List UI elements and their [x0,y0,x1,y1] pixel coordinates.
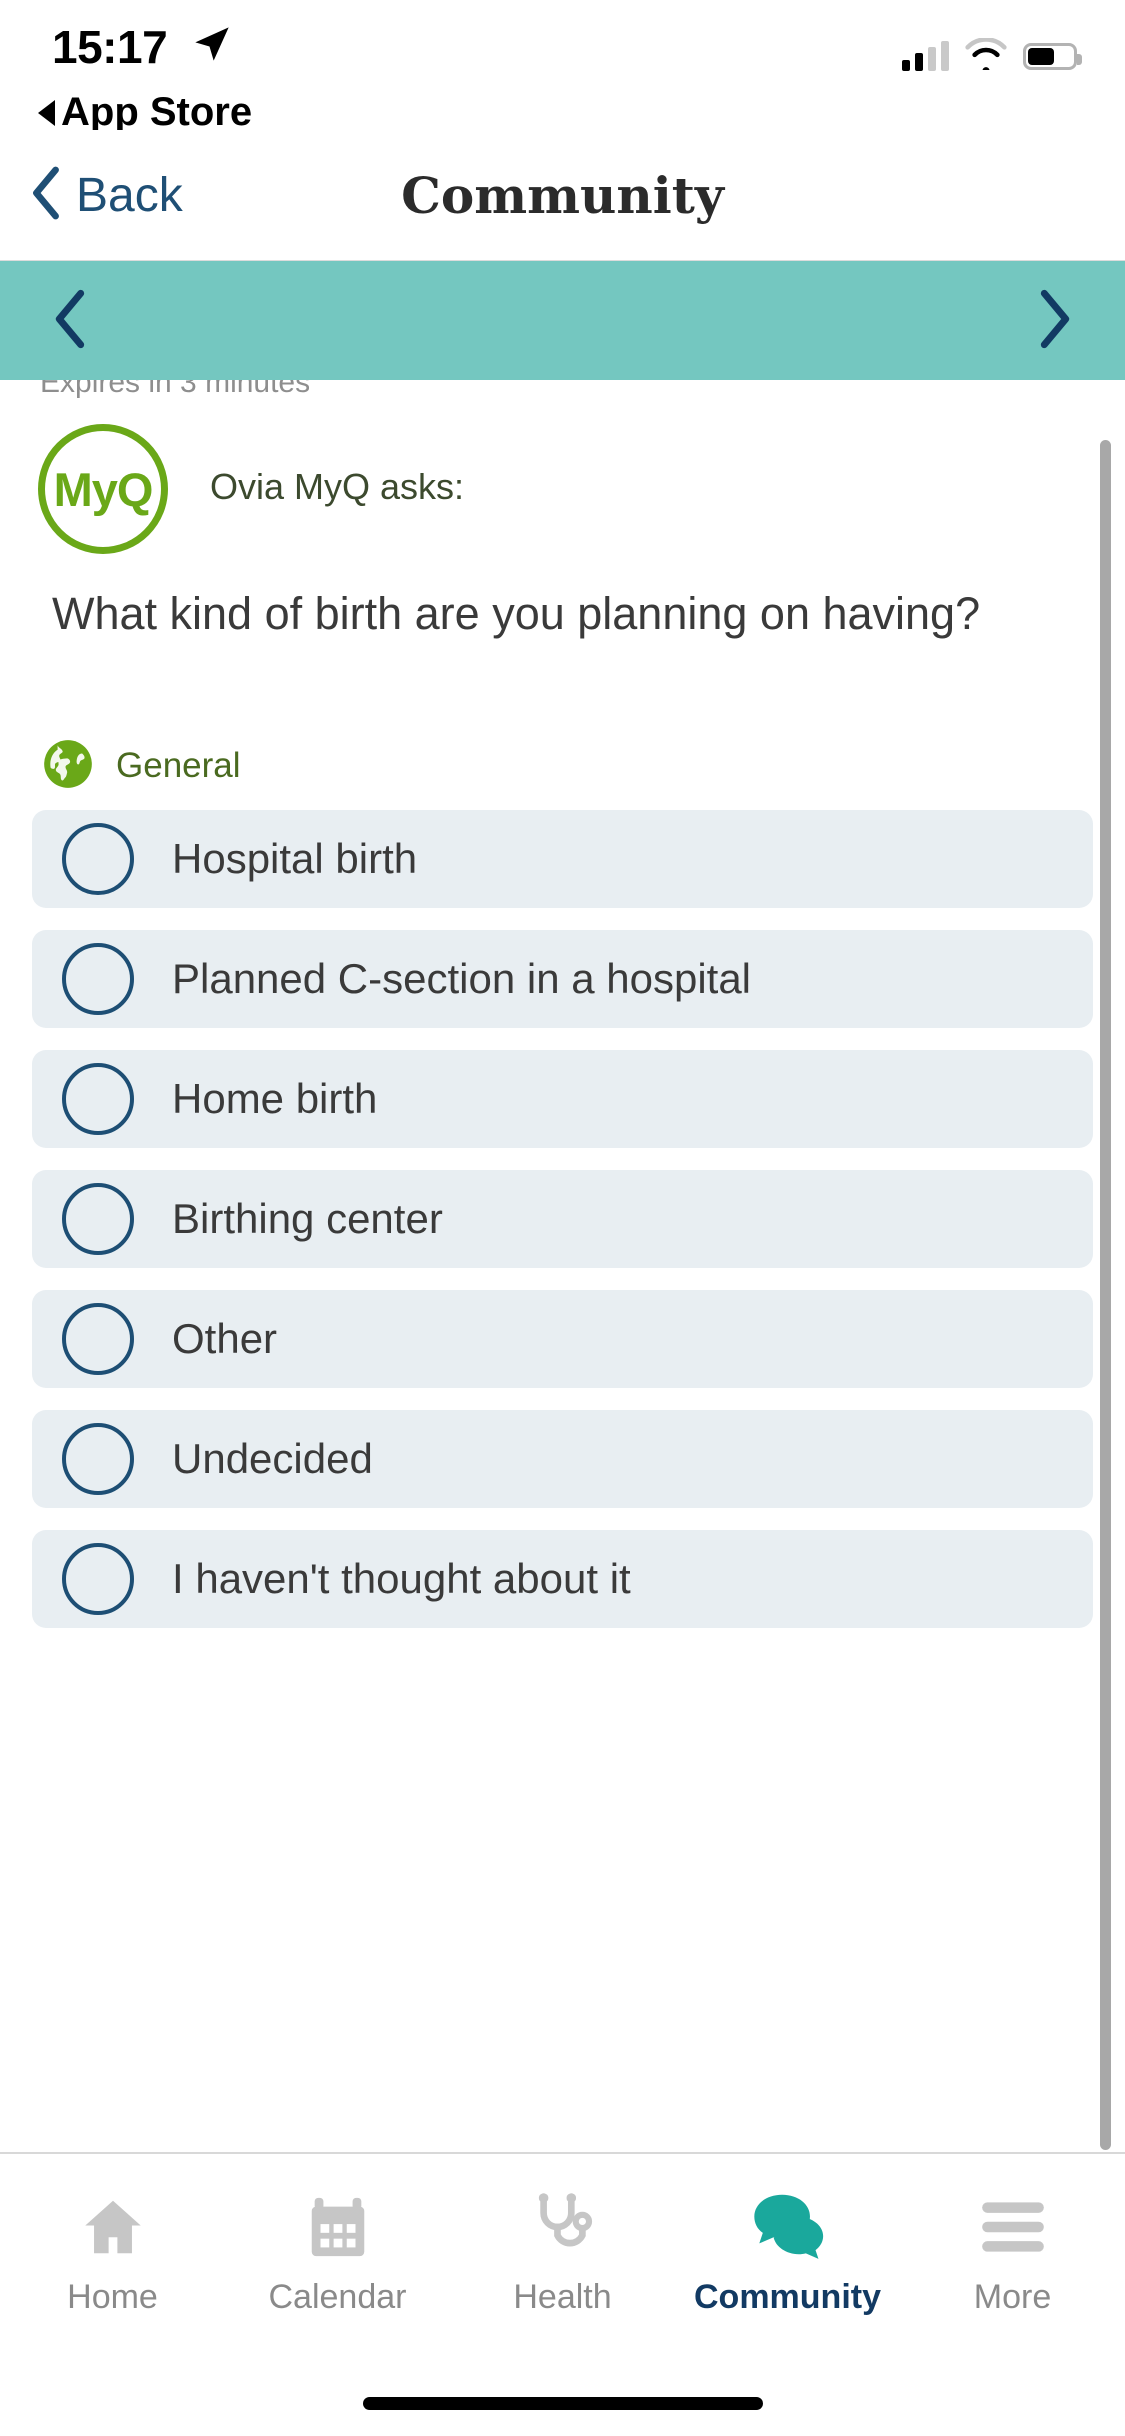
tab-label: More [973,2278,1052,2316]
answer-option-label: Birthing center [172,1195,443,1242]
answer-option-label: Home birth [172,1075,378,1122]
answer-option[interactable]: Other [32,1290,1093,1388]
answer-option[interactable]: Planned C-section in a hospital [32,930,1093,1028]
answer-option[interactable]: Undecided [32,1410,1093,1508]
radio-button-icon[interactable] [62,1543,134,1615]
tab-label: Community [694,2278,881,2316]
answer-option[interactable]: I haven't thought about it [32,1530,1093,1628]
answer-options-list: Hospital birth Planned C-section in a hos… [0,810,1125,1650]
radio-button-icon[interactable] [62,943,134,1015]
tab-label: Home [67,2278,158,2316]
radio-button-icon[interactable] [62,1423,134,1495]
hamburger-menu-icon [976,2184,1050,2270]
radio-button-icon[interactable] [62,1183,134,1255]
scrollbar[interactable] [1100,440,1111,2150]
answer-option-label: Hospital birth [172,835,418,882]
wifi-icon [965,37,1007,75]
status-bar-indicators [902,37,1082,75]
radio-button-icon[interactable] [62,1063,134,1135]
cellular-signal-icon [902,41,949,71]
calendar-icon [303,2184,373,2270]
chevron-right-icon [1037,289,1073,353]
status-bar-time: 15:17 [52,21,168,73]
home-icon [76,2184,150,2270]
chat-bubbles-icon [747,2184,829,2270]
answer-option[interactable]: Hospital birth [32,810,1093,908]
answer-option[interactable]: Home birth [32,1050,1093,1148]
radio-button-icon[interactable] [62,823,134,895]
navigation-bar: Community Back [0,130,1125,260]
expires-text: Expires in 3 minutes [40,380,311,399]
tab-community[interactable]: Community [675,2154,900,2366]
myq-header: MyQ Ovia MyQ asks: [0,424,1125,554]
tab-label: Calendar [268,2278,407,2316]
location-arrow-icon [192,24,232,68]
tab-more[interactable]: More [900,2154,1125,2366]
category-badge: General [42,738,241,794]
status-bar: 15:17 App Store [0,0,1125,134]
app-screen: 15:17 App Store Community Back Expires i… [0,0,1125,2436]
return-app-label: App Store [61,90,253,134]
tab-calendar[interactable]: Calendar [225,2154,450,2366]
battery-icon [1023,42,1082,70]
tab-label: Health [513,2278,612,2316]
globe-icon [42,738,94,794]
answer-option-label: Planned C-section in a hospital [172,955,752,1002]
myq-logo-icon: MyQ [38,424,168,554]
category-label: General [116,746,241,785]
myq-logo-text: MyQ [53,462,154,516]
back-triangle-icon [38,99,55,126]
answer-option-label: I haven't thought about it [172,1555,631,1602]
chevron-left-icon [52,289,88,353]
tab-home[interactable]: Home [0,2154,225,2366]
return-to-app-store-button[interactable]: App Store [38,90,252,135]
carousel-next-button[interactable] [985,261,1125,381]
answer-option-label: Undecided [172,1435,373,1482]
chevron-left-icon [30,166,62,224]
back-button[interactable]: Back [30,166,183,224]
back-button-label: Back [76,168,183,222]
answer-option[interactable]: Birthing center [32,1170,1093,1268]
home-indicator [362,2397,763,2410]
bottom-tab-bar: Home Calendar Health Community More [0,2152,1125,2366]
myq-asks-label: Ovia MyQ asks: [210,466,465,507]
answer-option-label: Other [172,1315,278,1362]
radio-button-icon[interactable] [62,1303,134,1375]
stethoscope-icon [529,2184,597,2270]
question-text: What kind of birth are you planning on h… [52,588,981,639]
carousel-prev-button[interactable] [0,261,140,381]
question-carousel-bar [0,260,1125,380]
question-card-scroll-area[interactable]: Expires in 3 minutes MyQ Ovia MyQ asks: … [0,380,1125,2150]
tab-health[interactable]: Health [450,2154,675,2366]
